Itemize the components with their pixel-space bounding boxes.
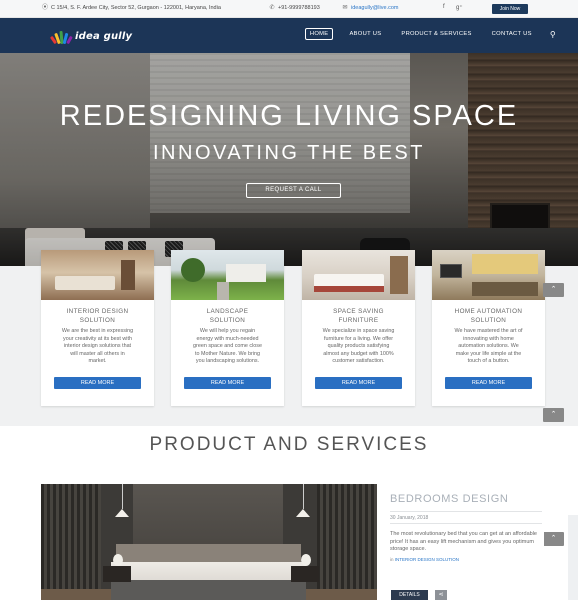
scroll-up-button[interactable]: ⌃ bbox=[543, 283, 564, 297]
hero-banner: REDESIGNING LIVING SPACE INNOVATING THE … bbox=[0, 53, 578, 266]
main-header: idea gully HOME ABOUT US PRODUCT & SERVI… bbox=[0, 18, 578, 53]
address-text: C 15/4, S. F. Ardee City, Sector 52, Gur… bbox=[51, 5, 221, 11]
address-info: ⦿ C 15/4, S. F. Ardee City, Sector 52, G… bbox=[42, 5, 221, 11]
details-button[interactable]: DETAILS bbox=[391, 590, 428, 600]
read-more-button[interactable]: READ MORE bbox=[184, 377, 271, 389]
service-card-furniture: SPACE SAVING FURNITURE We specialize in s… bbox=[302, 250, 415, 406]
main-nav: HOME ABOUT US PRODUCT & SERVICES CONTACT… bbox=[304, 28, 556, 40]
service-description: We specialize in space saving furniture f… bbox=[322, 328, 395, 364]
google-plus-icon[interactable]: g⁺ bbox=[456, 4, 463, 11]
nav-home[interactable]: HOME bbox=[304, 28, 334, 40]
space-saving-furniture-image bbox=[302, 250, 415, 300]
chevron-up-icon: ⌃ bbox=[550, 286, 557, 293]
product-post: BEDROOMS DESIGN 30 January, 2018 The mos… bbox=[383, 484, 544, 600]
service-description: We are the best in expressing your creati… bbox=[61, 328, 134, 364]
top-info-bar: ⦿ C 15/4, S. F. Ardee City, Sector 52, G… bbox=[0, 0, 578, 18]
service-title: HOME AUTOMATION SOLUTION bbox=[454, 308, 523, 324]
home-automation-image bbox=[432, 250, 545, 300]
chevron-up-icon: ⌃ bbox=[550, 535, 557, 542]
hero-title: REDESIGNING LIVING SPACE bbox=[59, 100, 519, 132]
logo[interactable]: idea gully bbox=[49, 27, 133, 45]
phone-icon: ✆ bbox=[269, 5, 275, 11]
landscape-image bbox=[171, 250, 284, 300]
post-description: The most revolutionary bed that you can … bbox=[390, 531, 537, 552]
location-pin-icon: ⦿ bbox=[42, 5, 49, 11]
chevron-up-icon: ⌃ bbox=[550, 411, 557, 418]
post-category: in INTERIOR DESIGN SOLUTION bbox=[390, 557, 460, 562]
category-link[interactable]: INTERIOR DESIGN SOLUTION bbox=[395, 557, 459, 562]
search-icon[interactable]: ⚲ bbox=[550, 30, 556, 39]
service-title: LANDSCAPE SOLUTION bbox=[206, 308, 249, 324]
email-icon: ✉ bbox=[342, 5, 348, 11]
share-icon[interactable]: ⋖ bbox=[435, 590, 447, 600]
service-description: We will help you regain energy with much-… bbox=[193, 328, 262, 364]
section-title: PRODUCT AND SERVICES bbox=[149, 434, 429, 455]
service-card-interior: INTERIOR DESIGN SOLUTION We are the best … bbox=[41, 250, 154, 406]
read-more-button[interactable]: READ MORE bbox=[54, 377, 141, 389]
phone-info: ✆ +91-9999788193 bbox=[269, 5, 320, 11]
hero-subtitle: INNOVATING THE BEST bbox=[153, 142, 425, 164]
read-more-button[interactable]: READ MORE bbox=[315, 377, 402, 389]
scroll-up-button[interactable]: ⌃ bbox=[543, 408, 564, 422]
post-title[interactable]: BEDROOMS DESIGN bbox=[390, 493, 508, 505]
nav-product-services[interactable]: PRODUCT & SERVICES bbox=[397, 29, 475, 39]
scroll-up-button[interactable]: ⌃ bbox=[543, 532, 564, 546]
service-card-landscape: LANDSCAPE SOLUTION We will help you regai… bbox=[171, 250, 284, 406]
service-title: INTERIOR DESIGN SOLUTION bbox=[66, 308, 129, 324]
request-call-button[interactable]: REQUEST A CALL bbox=[246, 183, 341, 198]
nav-contact-us[interactable]: CONTACT US bbox=[488, 29, 536, 39]
interior-design-image bbox=[41, 250, 154, 300]
logo-text: idea gully bbox=[75, 30, 133, 42]
read-more-button[interactable]: READ MORE bbox=[445, 377, 532, 389]
service-title: SPACE SAVING FURNITURE bbox=[333, 308, 384, 324]
bedroom-design-image[interactable] bbox=[41, 484, 377, 600]
logo-mark-icon bbox=[49, 28, 73, 45]
post-date: 30 January, 2018 bbox=[390, 515, 429, 521]
service-card-automation: HOME AUTOMATION SOLUTION We have mastered… bbox=[432, 250, 545, 406]
join-now-button[interactable]: Join Now bbox=[492, 4, 528, 14]
nav-about-us[interactable]: ABOUT US bbox=[345, 29, 385, 39]
email-link[interactable]: ideagully@live.com bbox=[351, 5, 398, 11]
email-info[interactable]: ✉ ideagully@live.com bbox=[342, 5, 398, 11]
service-description: We have mastered the art of innovating wi… bbox=[454, 328, 523, 364]
phone-text: +91-9999788193 bbox=[278, 5, 320, 11]
facebook-icon[interactable]: f bbox=[443, 4, 445, 10]
